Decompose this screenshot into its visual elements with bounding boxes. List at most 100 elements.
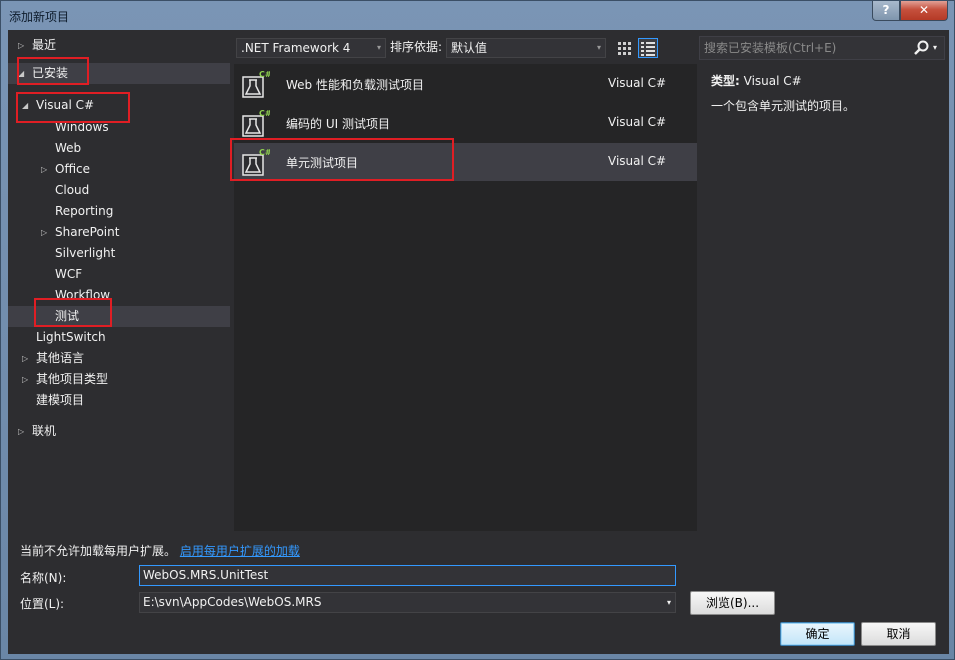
search-icon[interactable] [913, 39, 931, 57]
tree-item-label: Windows [55, 120, 109, 134]
chevron-down-icon[interactable]: ▾ [667, 593, 671, 612]
tree-item-label: SharePoint [55, 225, 120, 239]
small-icons-view-button[interactable] [614, 38, 634, 58]
expand-icon[interactable]: ▷ [22, 369, 28, 390]
template-name: 编码的 UI 测试项目 [286, 117, 390, 131]
svg-text:C#: C# [259, 109, 270, 118]
template-name: Web 性能和负载测试项目 [286, 78, 424, 92]
search-installed-templates-input[interactable]: 搜索已安装模板(Ctrl+E) ▾ [699, 36, 945, 60]
tree-item-label: WCF [55, 267, 83, 281]
tree-item-windows[interactable]: Windows [8, 117, 230, 138]
tree-item-recent[interactable]: ▷ 最近 [8, 35, 230, 56]
sort-select[interactable]: 默认值 ▾ [446, 38, 606, 58]
expand-icon[interactable]: ▷ [41, 159, 47, 180]
test-flask-icon: C# [242, 109, 270, 137]
tree-item-label: Cloud [55, 183, 90, 197]
tree-item-label: 联机 [32, 424, 57, 438]
tree-item-label: 其他语言 [36, 351, 85, 365]
location-input[interactable]: E:\svn\AppCodes\WebOS.MRS ▾ [139, 592, 676, 613]
tree-item-label: 已安装 [32, 66, 69, 80]
tree-item-other-project-types[interactable]: ▷ 其他项目类型 [8, 369, 230, 390]
tree-item-label: Web [55, 141, 82, 155]
list-view-icon [641, 42, 655, 56]
tree-item-label: 建模项目 [36, 393, 85, 407]
type-value: Visual C# [743, 74, 802, 88]
template-description-panel: 类型: Visual C# 一个包含单元测试的项目。 [699, 64, 949, 531]
template-language: Visual C# [608, 154, 667, 168]
template-list: C# Web 性能和负载测试项目 Visual C# C# 编码的 UI 测试项… [234, 64, 697, 531]
test-flask-icon: C# [242, 70, 270, 98]
template-category-tree: ▷ 最近 ◢ 已安装 ◢ Visual C# Windows Web ▷ Off… [8, 30, 230, 531]
test-flask-icon: C# [242, 148, 270, 176]
tree-item-silverlight[interactable]: Silverlight [8, 243, 230, 264]
grid-view-icon [618, 42, 631, 55]
ok-button[interactable]: 确定 [780, 622, 855, 646]
tree-item-visual-csharp[interactable]: ◢ Visual C# [8, 95, 230, 116]
details-view-button[interactable] [638, 38, 658, 58]
extension-notice: 当前不允许加载每用户扩展。 启用每用户扩展的加载 [20, 542, 300, 559]
tree-item-label: LightSwitch [36, 330, 106, 344]
chevron-down-icon: ▾ [376, 43, 381, 52]
tree-item-reporting[interactable]: Reporting [8, 201, 230, 222]
tree-item-modeling-projects[interactable]: 建模项目 [8, 390, 230, 411]
tree-item-test[interactable]: 测试 [8, 306, 230, 327]
svg-text:C#: C# [259, 70, 270, 79]
browse-button[interactable]: 浏览(B)... [690, 591, 775, 615]
expand-icon[interactable]: ▷ [41, 222, 47, 243]
extension-notice-text: 当前不允许加载每用户扩展。 [20, 544, 177, 558]
chevron-down-icon[interactable]: ▾ [933, 37, 937, 59]
chevron-down-icon: ▾ [596, 43, 601, 52]
type-label: 类型: [711, 74, 740, 88]
tree-item-label: Workflow [55, 288, 111, 302]
tree-item-label: Silverlight [55, 246, 116, 260]
tree-item-web[interactable]: Web [8, 138, 230, 159]
tree-item-label: Reporting [55, 204, 114, 218]
tree-item-wcf[interactable]: WCF [8, 264, 230, 285]
tree-item-label: Visual C# [36, 98, 95, 112]
template-item-coded-ui[interactable]: C# 编码的 UI 测试项目 Visual C# [234, 104, 697, 142]
template-item-web-performance[interactable]: C# Web 性能和负载测试项目 Visual C# [234, 65, 697, 103]
help-button[interactable]: ? [872, 1, 900, 21]
svg-text:C#: C# [259, 148, 270, 157]
tree-item-workflow[interactable]: Workflow [8, 285, 230, 306]
framework-select[interactable]: .NET Framework 4 ▾ [236, 38, 386, 58]
template-type: 类型: Visual C# [711, 72, 802, 89]
template-item-unit-test[interactable]: C# 单元测试项目 Visual C# [234, 143, 697, 181]
template-description: 一个包含单元测试的项目。 [711, 99, 856, 113]
tree-item-other-languages[interactable]: ▷ 其他语言 [8, 348, 230, 369]
template-language: Visual C# [608, 115, 667, 129]
dialog-client: ▷ 最近 ◢ 已安装 ◢ Visual C# Windows Web ▷ Off… [8, 30, 949, 654]
search-placeholder: 搜索已安装模板(Ctrl+E) [704, 41, 837, 55]
framework-value: .NET Framework 4 [241, 41, 351, 55]
dialog-title: 添加新项目 [9, 10, 70, 24]
add-new-item-dialog: 添加新项目 ? ✕ ▷ 最近 ◢ 已安装 ◢ Visual C# Windows… [0, 0, 955, 660]
cancel-button[interactable]: 取消 [861, 622, 936, 646]
sort-value: 默认值 [451, 41, 488, 55]
tree-item-cloud[interactable]: Cloud [8, 180, 230, 201]
template-language: Visual C# [608, 76, 667, 90]
tree-item-label: 测试 [55, 309, 80, 323]
sort-label: 排序依据: [390, 40, 443, 54]
tree-item-sharepoint[interactable]: ▷ SharePoint [8, 222, 230, 243]
tree-item-office[interactable]: ▷ Office [8, 159, 230, 180]
location-value: E:\svn\AppCodes\WebOS.MRS [143, 595, 322, 609]
location-label: 位置(L): [20, 597, 65, 611]
tree-item-label: 最近 [32, 38, 57, 52]
tree-item-lightswitch[interactable]: LightSwitch [8, 327, 230, 348]
template-toolbar: .NET Framework 4 ▾ 排序依据: 默认值 ▾ [234, 36, 697, 60]
close-button[interactable]: ✕ [900, 1, 948, 21]
expand-icon[interactable]: ▷ [18, 35, 24, 56]
collapse-icon[interactable]: ◢ [22, 95, 28, 116]
template-name: 单元测试项目 [286, 156, 359, 170]
name-input[interactable]: WebOS.MRS.UnitTest [139, 565, 676, 586]
tree-item-online[interactable]: ▷ 联机 [8, 421, 230, 442]
item-settings-panel: 当前不允许加载每用户扩展。 启用每用户扩展的加载 名称(N): WebOS.MR… [8, 531, 949, 654]
enable-extensions-link[interactable]: 启用每用户扩展的加载 [180, 544, 300, 558]
tree-item-label: 其他项目类型 [36, 372, 109, 386]
expand-icon[interactable]: ▷ [22, 348, 28, 369]
tree-item-installed[interactable]: ◢ 已安装 [8, 63, 230, 84]
expand-icon[interactable]: ▷ [18, 421, 24, 442]
name-label: 名称(N): [20, 571, 67, 585]
title-bar[interactable]: 添加新项目 ? ✕ [1, 1, 954, 29]
collapse-icon[interactable]: ◢ [18, 63, 24, 84]
